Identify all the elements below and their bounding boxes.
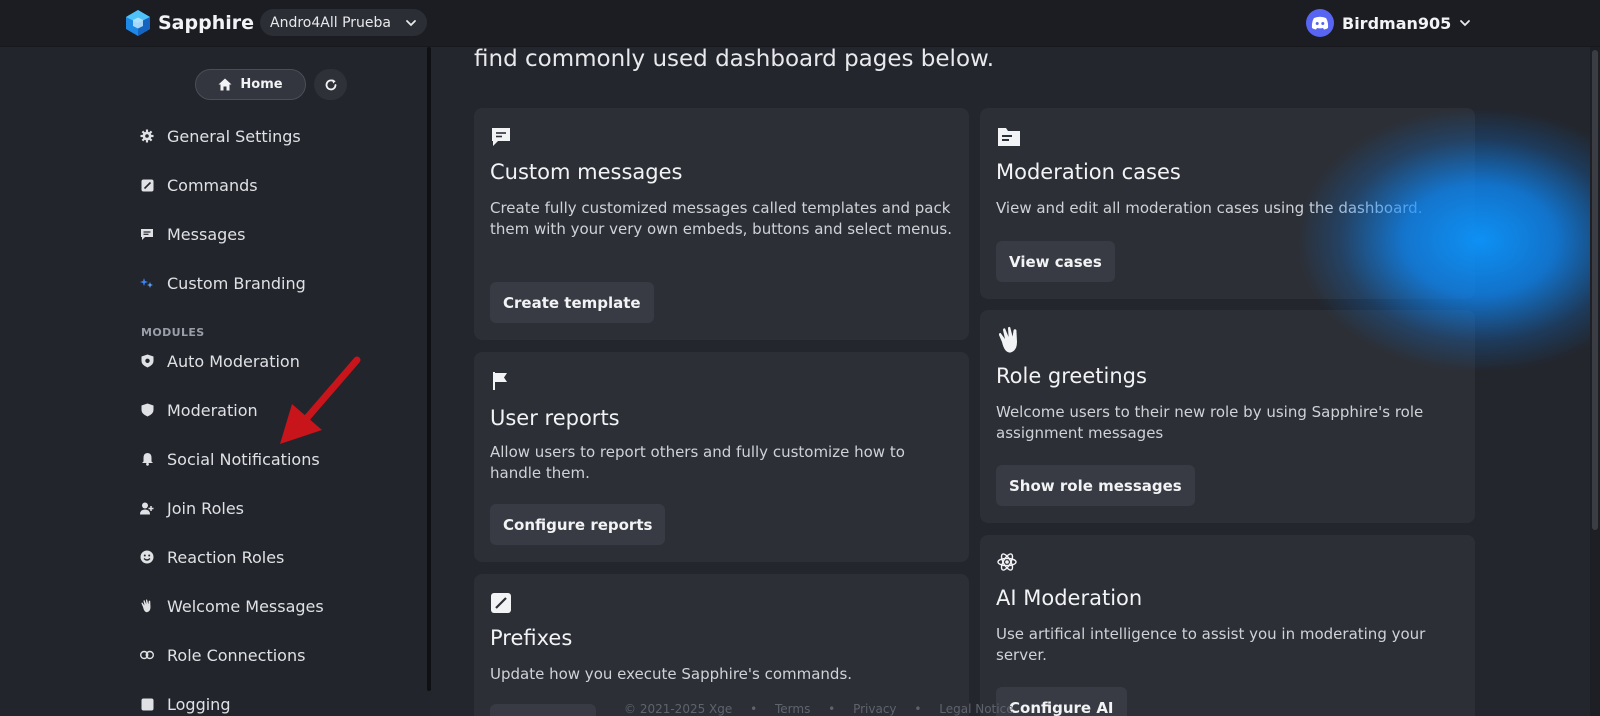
sidebar-item-reaction-roles[interactable]: Reaction Roles xyxy=(140,544,284,570)
shield-icon xyxy=(140,403,154,417)
discord-avatar-icon xyxy=(1306,9,1334,37)
sidebar-item-auto-moderation[interactable]: Auto Moderation xyxy=(140,348,300,374)
sidebar-item-label: General Settings xyxy=(167,126,301,146)
chevron-down-icon xyxy=(406,19,416,26)
flag-icon xyxy=(493,372,507,390)
server-name: Andro4All Prueba xyxy=(270,14,391,31)
sparkle-icon xyxy=(140,276,154,290)
sidebar-item-moderation[interactable]: Moderation xyxy=(140,397,258,423)
create-template-button[interactable]: Create template xyxy=(490,282,654,323)
annotation-arrow-icon xyxy=(280,356,361,444)
sidebar-item-messages[interactable]: Messages xyxy=(140,221,245,247)
app-name: Sapphire xyxy=(158,12,255,34)
refresh-button[interactable] xyxy=(314,69,347,100)
sidebar-scrollbar[interactable] xyxy=(427,47,431,691)
home-label: Home xyxy=(240,77,283,92)
page-scrollbar-thumb[interactable] xyxy=(1592,50,1598,530)
sidebar-item-welcome-messages[interactable]: Welcome Messages xyxy=(140,593,324,619)
server-selector[interactable]: Andro4All Prueba xyxy=(260,9,427,36)
sidebar-item-commands[interactable]: Commands xyxy=(140,172,258,198)
footer-link-legal-notice[interactable]: Legal Notice xyxy=(939,702,1013,716)
chevron-down-icon xyxy=(1460,20,1471,27)
card-title: Role greetings xyxy=(996,364,1147,388)
sidebar-item-label: Custom Branding xyxy=(167,273,306,293)
ai-atom-icon xyxy=(997,553,1017,571)
configure-reports-button[interactable]: Configure reports xyxy=(490,504,666,545)
footer: © 2021-2025 Xge • Terms • Privacy • Lega… xyxy=(624,702,1014,716)
modules-section-label: MODULES xyxy=(141,326,205,339)
card-description: Update how you execute Sapphire's comman… xyxy=(490,665,853,683)
brand[interactable]: Sapphire xyxy=(124,8,254,38)
card-description: View and edit all moderation cases using… xyxy=(996,199,1423,217)
show-role-messages-button[interactable]: Show role messages xyxy=(996,465,1195,506)
home-icon xyxy=(218,78,232,91)
sidebar-item-label: Role Connections xyxy=(167,645,306,665)
card-description: Welcome users to their new role by using… xyxy=(996,403,1424,442)
view-cases-button[interactable]: View cases xyxy=(996,241,1115,282)
card-title: Prefixes xyxy=(490,626,573,650)
card-description: Allow users to report others and fully c… xyxy=(490,443,905,482)
refresh-icon xyxy=(325,78,336,90)
folder-icon xyxy=(998,128,1020,146)
card-title: AI Moderation xyxy=(996,586,1143,610)
card-role-greetings: Role greetings Welcome users to their ne… xyxy=(980,310,1475,523)
sidebar-item-label: Welcome Messages xyxy=(167,596,324,616)
user-plus-icon xyxy=(140,501,154,515)
sidebar-item-label: Moderation xyxy=(167,400,258,420)
gear-icon xyxy=(140,129,154,143)
sidebar-item-social-notifications[interactable]: Social Notifications xyxy=(140,446,320,472)
footer-link-terms[interactable]: Terms xyxy=(775,702,810,716)
sidebar-item-label: Messages xyxy=(167,224,246,244)
wave-hand-icon xyxy=(998,326,1017,353)
footer-copyright: © 2021-2025 Xge xyxy=(624,702,733,716)
card-user-reports: User reports Allow users to report other… xyxy=(474,352,969,562)
card-title: Moderation cases xyxy=(996,160,1181,184)
username: Birdman905 xyxy=(1342,13,1452,33)
sidebar-item-role-connections[interactable]: Role Connections xyxy=(140,642,305,668)
prefixes-button[interactable] xyxy=(490,704,596,716)
footer-link-privacy[interactable]: Privacy xyxy=(853,702,896,716)
intro-text: find commonly used dashboard pages below… xyxy=(474,46,995,72)
sidebar-item-logging[interactable]: Logging xyxy=(140,691,230,716)
card-description: Use artifical intelligence to assist you… xyxy=(996,625,1426,664)
top-bar: Sapphire Andro4All Prueba Birdman905 xyxy=(0,0,1600,47)
sidebar-item-label: Social Notifications xyxy=(167,449,320,469)
card-moderation-cases: Moderation cases View and edit all moder… xyxy=(980,108,1475,299)
shield-cog-icon xyxy=(140,354,154,368)
sidebar-item-label: Reaction Roles xyxy=(167,547,285,567)
card-title: Custom messages xyxy=(490,160,683,184)
user-menu[interactable]: Birdman905 xyxy=(1306,8,1471,38)
card-prefixes: Prefixes Update how you execute Sapphire… xyxy=(474,574,969,716)
sidebar-item-label: Logging xyxy=(167,694,231,714)
sapphire-logo-icon xyxy=(126,10,150,36)
sidebar-item-general-settings[interactable]: General Settings xyxy=(140,123,301,149)
wave-hand-icon xyxy=(140,599,154,613)
smiley-icon xyxy=(140,550,154,564)
sidebar-item-label: Join Roles xyxy=(167,498,244,518)
pencil-square-icon xyxy=(140,178,154,192)
bell-icon xyxy=(140,452,154,466)
sidebar-item-custom-branding[interactable]: Custom Branding xyxy=(140,270,306,296)
card-ai-moderation: AI Moderation Use artifical intelligence… xyxy=(980,535,1475,716)
card-description: Create fully customized messages called … xyxy=(490,199,953,238)
pencil-square-icon xyxy=(491,593,511,613)
home-row: Home xyxy=(195,69,347,100)
sidebar-item-label: Commands xyxy=(167,175,258,195)
link-icon xyxy=(140,648,154,662)
sidebar-item-join-roles[interactable]: Join Roles xyxy=(140,495,244,521)
card-title: User reports xyxy=(490,406,620,430)
log-icon xyxy=(140,697,154,711)
home-button[interactable]: Home xyxy=(195,69,306,100)
chat-icon xyxy=(492,128,510,146)
message-icon xyxy=(140,227,154,241)
card-custom-messages: Custom messages Create fully customized … xyxy=(474,108,969,340)
